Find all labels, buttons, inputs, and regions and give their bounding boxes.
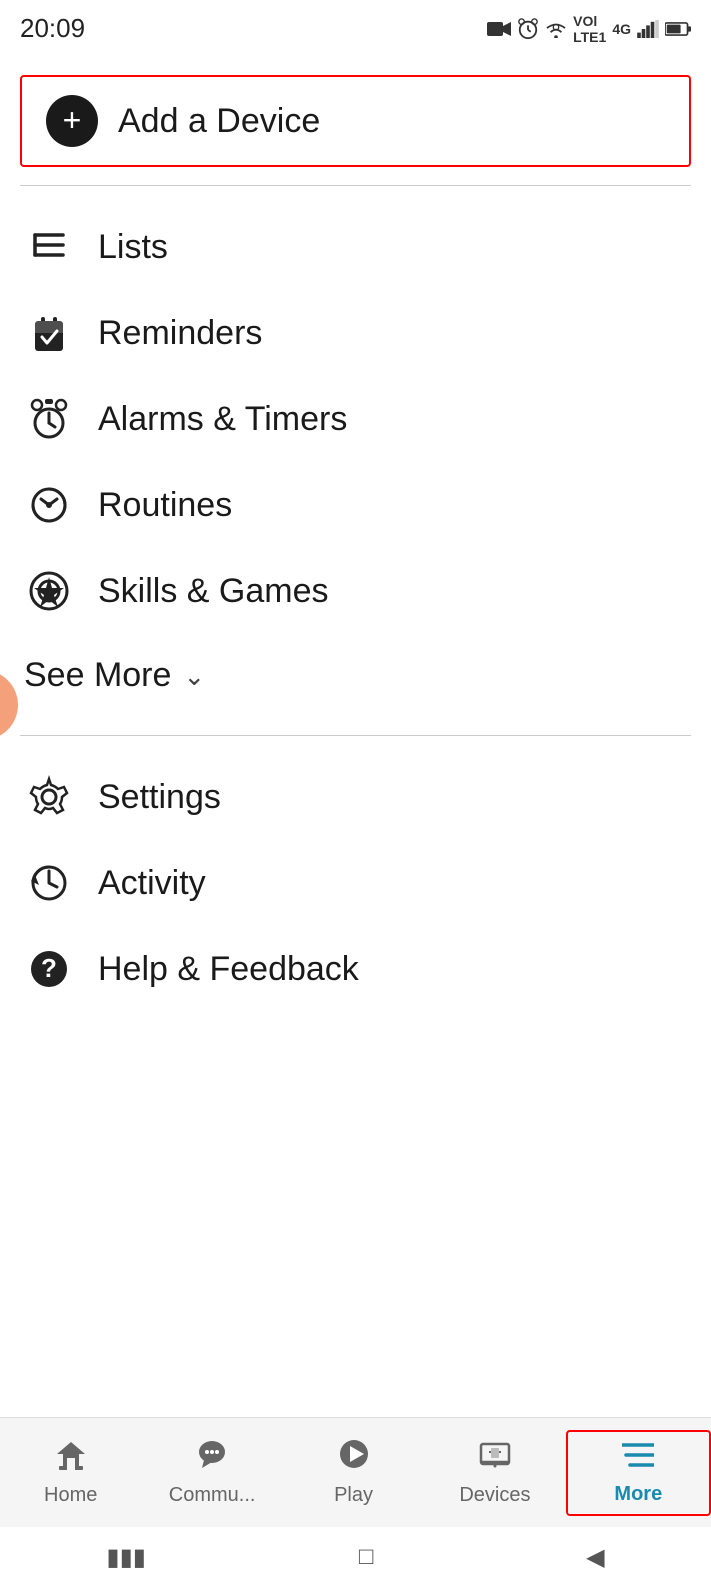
devices-nav-label: Devices [459, 1484, 530, 1507]
nav-item-home[interactable]: Home [0, 1430, 141, 1515]
bottom-nav: Home Commu... Play [0, 1417, 711, 1527]
routines-label: Routines [98, 486, 232, 525]
activity-icon [24, 858, 74, 908]
alarms-label: Alarms & Timers [98, 400, 347, 439]
divider-middle [20, 735, 691, 736]
alarms-icon [24, 394, 74, 444]
more-icon [622, 1440, 654, 1477]
wifi-icon [545, 20, 567, 38]
menu-item-reminders[interactable]: Reminders [0, 290, 711, 376]
home-nav-label: Home [44, 1484, 97, 1507]
add-device-label: Add a Device [118, 102, 320, 141]
chevron-down-icon: ⌄ [183, 661, 205, 692]
activity-label: Activity [98, 864, 206, 903]
see-more-label: See More [24, 656, 171, 695]
status-bar: 20:09 VOlLTE1 4G [0, 0, 711, 55]
menu-item-lists[interactable]: Lists [0, 204, 711, 290]
nav-item-play[interactable]: Play [283, 1430, 424, 1515]
android-home-button[interactable]: □ [359, 1543, 374, 1571]
svg-text:?: ? [41, 953, 57, 983]
network-label: VOlLTE1 [573, 13, 606, 45]
android-recents-button[interactable]: ◀ [586, 1543, 604, 1572]
reminders-icon [24, 308, 74, 358]
reminders-label: Reminders [98, 314, 262, 353]
skills-icon [24, 566, 74, 616]
settings-icon [24, 772, 74, 822]
divider-top [20, 185, 691, 186]
nav-item-devices[interactable]: Devices [424, 1430, 565, 1515]
menu-item-alarms[interactable]: Alarms & Timers [0, 376, 711, 462]
nav-item-more[interactable]: More [566, 1430, 711, 1516]
see-more-button[interactable]: See More ⌄ [0, 634, 711, 717]
home-icon [55, 1438, 87, 1478]
menu-item-help[interactable]: ? Help & Feedback [0, 926, 711, 1012]
menu-item-routines[interactable]: Routines [0, 462, 711, 548]
settings-label: Settings [98, 778, 221, 817]
alarm-icon [517, 18, 539, 40]
android-back-button[interactable]: ▮▮▮ [106, 1543, 146, 1572]
battery-icon [665, 21, 691, 37]
skills-label: Skills & Games [98, 572, 329, 611]
help-label: Help & Feedback [98, 950, 359, 989]
status-icons: VOlLTE1 4G [487, 13, 691, 45]
android-nav-bar: ▮▮▮ □ ◀ [0, 1527, 711, 1587]
play-icon [338, 1438, 370, 1478]
more-nav-label: More [614, 1483, 662, 1506]
video-icon [487, 20, 511, 38]
play-nav-label: Play [334, 1484, 373, 1507]
signal-icon [637, 20, 659, 38]
routines-icon [24, 480, 74, 530]
communicate-nav-label: Commu... [169, 1484, 256, 1507]
nav-item-communicate[interactable]: Commu... [141, 1430, 282, 1515]
status-time: 20:09 [20, 13, 85, 44]
menu-item-settings[interactable]: Settings [0, 754, 711, 840]
lists-icon [24, 222, 74, 272]
4g-label: 4G [612, 21, 631, 37]
add-device-button[interactable]: + Add a Device [20, 75, 691, 167]
devices-icon [479, 1438, 511, 1478]
communicate-icon [196, 1438, 228, 1478]
menu-item-skills[interactable]: Skills & Games [0, 548, 711, 634]
lists-label: Lists [98, 228, 168, 267]
plus-icon: + [63, 104, 82, 136]
add-device-circle: + [46, 95, 98, 147]
help-icon: ? [24, 944, 74, 994]
menu-item-activity[interactable]: Activity [0, 840, 711, 926]
